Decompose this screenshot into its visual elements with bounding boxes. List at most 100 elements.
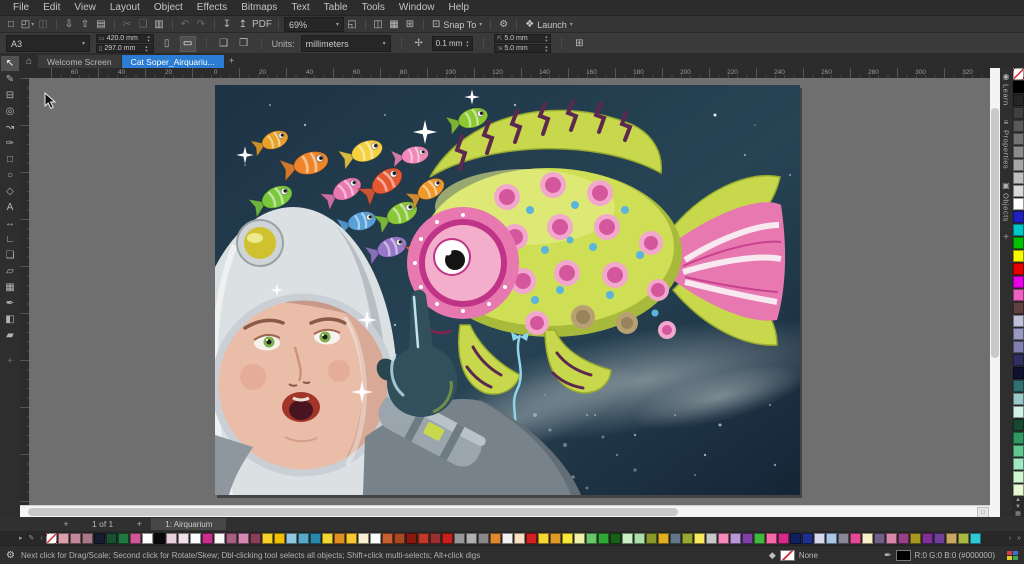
open-button[interactable]: ◰▾: [20, 18, 35, 32]
color-swatch[interactable]: [1013, 94, 1024, 106]
color-swatch[interactable]: [106, 533, 117, 544]
color-swatch[interactable]: [94, 533, 105, 544]
color-swatch[interactable]: [826, 533, 837, 544]
color-swatch[interactable]: [1013, 315, 1024, 327]
transparency-tool[interactable]: ▱: [1, 264, 19, 279]
menu-item[interactable]: Layout: [103, 0, 147, 15]
eyedropper-icon[interactable]: ✎: [26, 534, 38, 542]
color-swatch[interactable]: [814, 533, 825, 544]
color-swatch[interactable]: [346, 533, 357, 544]
drop-shadow-tool[interactable]: ❏: [1, 248, 19, 263]
toolbar-button[interactable]: [114, 19, 115, 30]
color-swatch[interactable]: [634, 533, 645, 544]
color-swatch[interactable]: [1013, 484, 1024, 496]
color-swatch[interactable]: [1013, 250, 1024, 262]
color-swatch[interactable]: [862, 533, 873, 544]
color-swatch[interactable]: [202, 533, 213, 544]
new-tab-button[interactable]: +: [225, 55, 239, 68]
dimension-tool[interactable]: ↔: [1, 216, 19, 231]
color-swatch[interactable]: [670, 533, 681, 544]
page-height-field[interactable]: ▯297.0 mm▲▼: [96, 44, 154, 53]
palette-scroll-left-icon[interactable]: ‹: [37, 535, 45, 542]
copy-button[interactable]: ❏: [136, 18, 151, 32]
show-guidelines-button[interactable]: ⊞: [403, 18, 418, 32]
polygon-tool[interactable]: ◇: [1, 184, 19, 199]
show-rulers-button[interactable]: ◫: [371, 18, 386, 32]
color-swatch[interactable]: [82, 533, 93, 544]
docker-tab-objects[interactable]: ▣ Objects: [1002, 181, 1011, 222]
color-swatch[interactable]: [910, 533, 921, 544]
color-swatch[interactable]: [514, 533, 525, 544]
color-swatch[interactable]: [130, 533, 141, 544]
tab-welcome-screen[interactable]: Welcome Screen: [38, 55, 121, 68]
docker-tab-properties[interactable]: ≡ Properties: [1002, 118, 1011, 169]
home-button[interactable]: ⌂: [20, 55, 38, 68]
color-swatch[interactable]: [370, 533, 381, 544]
color-swatch[interactable]: [718, 533, 729, 544]
palette-scroll-right-icon[interactable]: ›: [1006, 535, 1014, 542]
color-swatch[interactable]: [1013, 120, 1024, 132]
color-swatch[interactable]: [1013, 341, 1024, 353]
color-swatch[interactable]: [214, 533, 225, 544]
color-swatch[interactable]: [1013, 107, 1024, 119]
color-swatch[interactable]: [1013, 432, 1024, 444]
menu-item[interactable]: Edit: [36, 0, 67, 15]
toolbar-button[interactable]: [365, 19, 366, 30]
color-swatch[interactable]: [574, 533, 585, 544]
color-swatch[interactable]: [1013, 458, 1024, 470]
color-swatch[interactable]: [802, 533, 813, 544]
color-swatch[interactable]: [1013, 81, 1024, 93]
snap-to-dropdown[interactable]: ⊡ Snap To ▾: [429, 18, 485, 32]
page-width-field[interactable]: ▭420.0 mm▲▼: [96, 34, 154, 43]
color-swatch[interactable]: [118, 533, 129, 544]
redo-button[interactable]: ↷: [194, 18, 209, 32]
color-swatch[interactable]: [274, 533, 285, 544]
color-swatch[interactable]: [358, 533, 369, 544]
color-swatch[interactable]: [1013, 146, 1024, 158]
color-swatch[interactable]: [1013, 393, 1024, 405]
color-swatch[interactable]: [430, 533, 441, 544]
color-swatch[interactable]: [310, 533, 321, 544]
publish-pdf-button[interactable]: PDF: [252, 18, 273, 32]
color-swatch[interactable]: [706, 533, 717, 544]
duplicate-x-field[interactable]: ⇱5.0 mm▲▼: [494, 34, 551, 43]
color-swatch[interactable]: [766, 533, 777, 544]
color-swatch[interactable]: [286, 533, 297, 544]
rectangle-tool[interactable]: □: [1, 152, 19, 167]
add-page-button[interactable]: +: [60, 519, 72, 529]
vertical-scrollbar[interactable]: [990, 68, 1000, 517]
color-swatch[interactable]: [922, 533, 933, 544]
color-swatch[interactable]: [646, 533, 657, 544]
palette-flyout-icon[interactable]: ▸: [16, 534, 26, 542]
color-swatch[interactable]: [550, 533, 561, 544]
vertical-ruler[interactable]: [20, 78, 29, 505]
menu-item[interactable]: View: [67, 0, 103, 15]
color-swatch[interactable]: [1013, 237, 1024, 249]
mesh-fill-tool[interactable]: ▦: [1, 280, 19, 295]
menu-item[interactable]: Effects: [190, 0, 234, 15]
menu-item[interactable]: Window: [392, 0, 442, 15]
toolbar-button[interactable]: [172, 19, 173, 30]
ellipse-tool[interactable]: ○: [1, 168, 19, 183]
color-swatch[interactable]: [658, 533, 669, 544]
color-swatch[interactable]: [442, 533, 453, 544]
page-size-select[interactable]: A3▾: [6, 35, 90, 52]
color-swatch[interactable]: [622, 533, 633, 544]
launch-dropdown[interactable]: ❖ Launch ▾: [522, 18, 576, 32]
color-swatch[interactable]: [190, 533, 201, 544]
color-swatch[interactable]: [742, 533, 753, 544]
options-button[interactable]: ⚙: [496, 18, 511, 32]
add-docker-button[interactable]: +: [1003, 232, 1009, 243]
customize-toolbox-button[interactable]: +: [1, 354, 19, 369]
color-swatch[interactable]: [694, 533, 705, 544]
color-swatch[interactable]: [166, 533, 177, 544]
undo-button[interactable]: ↶: [178, 18, 193, 32]
tab-document[interactable]: Cat Soper_Airquariu...: [122, 55, 224, 68]
color-swatch[interactable]: [1013, 172, 1024, 184]
color-swatch[interactable]: [478, 533, 489, 544]
color-swatch[interactable]: [1013, 328, 1024, 340]
save-button[interactable]: ◫: [36, 18, 51, 32]
color-swatch[interactable]: [298, 533, 309, 544]
color-swatch[interactable]: [1013, 276, 1024, 288]
horizontal-scrollbar-thumb[interactable]: [28, 508, 678, 516]
